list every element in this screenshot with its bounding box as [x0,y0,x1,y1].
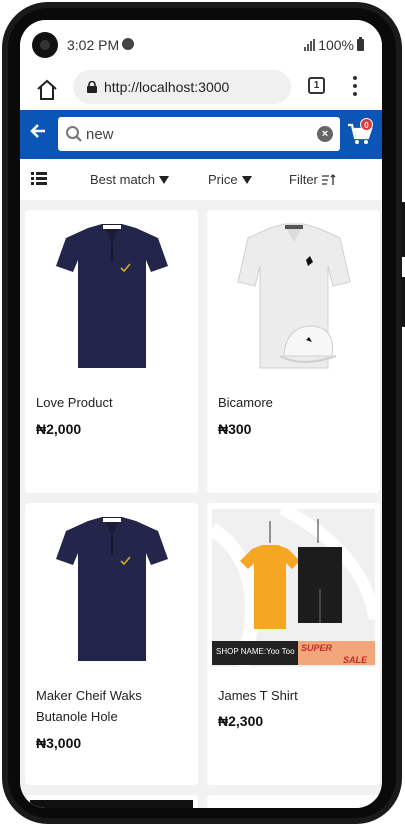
filter-icon [321,173,336,185]
status-time: 3:02 PM [67,37,120,53]
sale-label-top: SUPER [301,643,333,653]
product-name: James T Shirt [218,688,298,703]
product-card[interactable] [25,795,198,808]
price-sort[interactable]: Price [208,172,252,187]
list-view-icon[interactable] [31,172,47,185]
back-arrow-icon[interactable] [28,121,48,141]
signal-icon [304,39,316,51]
cart-count-badge: 0 [360,118,373,131]
product-price: ₦300 [218,421,252,437]
filter-label: Filter [289,172,318,187]
sort-toolbar: Best match Price Filter [20,159,382,200]
product-image [56,517,168,661]
volume-button [401,202,405,257]
lock-icon [87,81,97,93]
battery-percent: 100% [318,37,354,53]
browser-bar: http://localhost:3000 1 [20,70,382,110]
status-indicators: 100% [304,37,364,53]
product-price: ₦2,000 [36,421,82,437]
screen: 3:02 PM 100% http://localhost:3000 1 new… [20,20,382,808]
price-label: Price [208,172,238,187]
cart-button[interactable]: 0 [346,118,374,148]
shop-name-label: SHOP NAME:Yoo Too [216,647,295,656]
clear-search-icon[interactable]: × [317,126,333,142]
product-card[interactable]: Bicamore ₦300 [207,210,380,493]
caret-down-icon [159,175,170,184]
product-image [56,224,168,368]
product-card[interactable]: Maker Cheif Waks Butanole Hole ₦3,000 [25,503,198,785]
search-box: × [58,117,340,151]
more-menu-icon[interactable] [353,76,357,96]
filter-button[interactable]: Filter [289,172,336,187]
best-match-sort[interactable]: Best match [90,172,170,187]
power-button [401,277,405,327]
status-bar: 3:02 PM 100% [20,20,382,70]
product-image [237,223,351,369]
app-header: × 0 [20,110,382,159]
product-name: Love Product [36,395,113,410]
product-card[interactable]: SHOP NAME:Yoo Too SUPER SALE James T Shi… [207,503,380,785]
product-price: ₦3,000 [36,735,82,751]
search-input[interactable] [86,117,306,151]
product-price: ₦2,300 [218,713,264,729]
product-name: Maker Cheif Waks Butanole Hole [36,688,142,724]
front-camera [32,32,58,58]
product-card[interactable]: Love Product ₦2,000 [25,210,198,493]
product-image [30,800,193,808]
caret-down-icon [241,175,252,184]
spotify-icon [122,38,134,50]
product-name: Bicamore [218,395,273,410]
address-bar[interactable]: http://localhost:3000 [73,70,291,104]
tabs-icon[interactable]: 1 [308,77,325,94]
best-match-label: Best match [90,172,156,187]
product-card[interactable] [207,795,380,808]
product-image [212,509,375,667]
sale-label-bottom: SALE [343,655,368,665]
home-icon[interactable] [35,78,59,102]
url-text: http://localhost:3000 [104,79,230,95]
search-icon [66,126,82,142]
battery-icon [357,37,364,51]
